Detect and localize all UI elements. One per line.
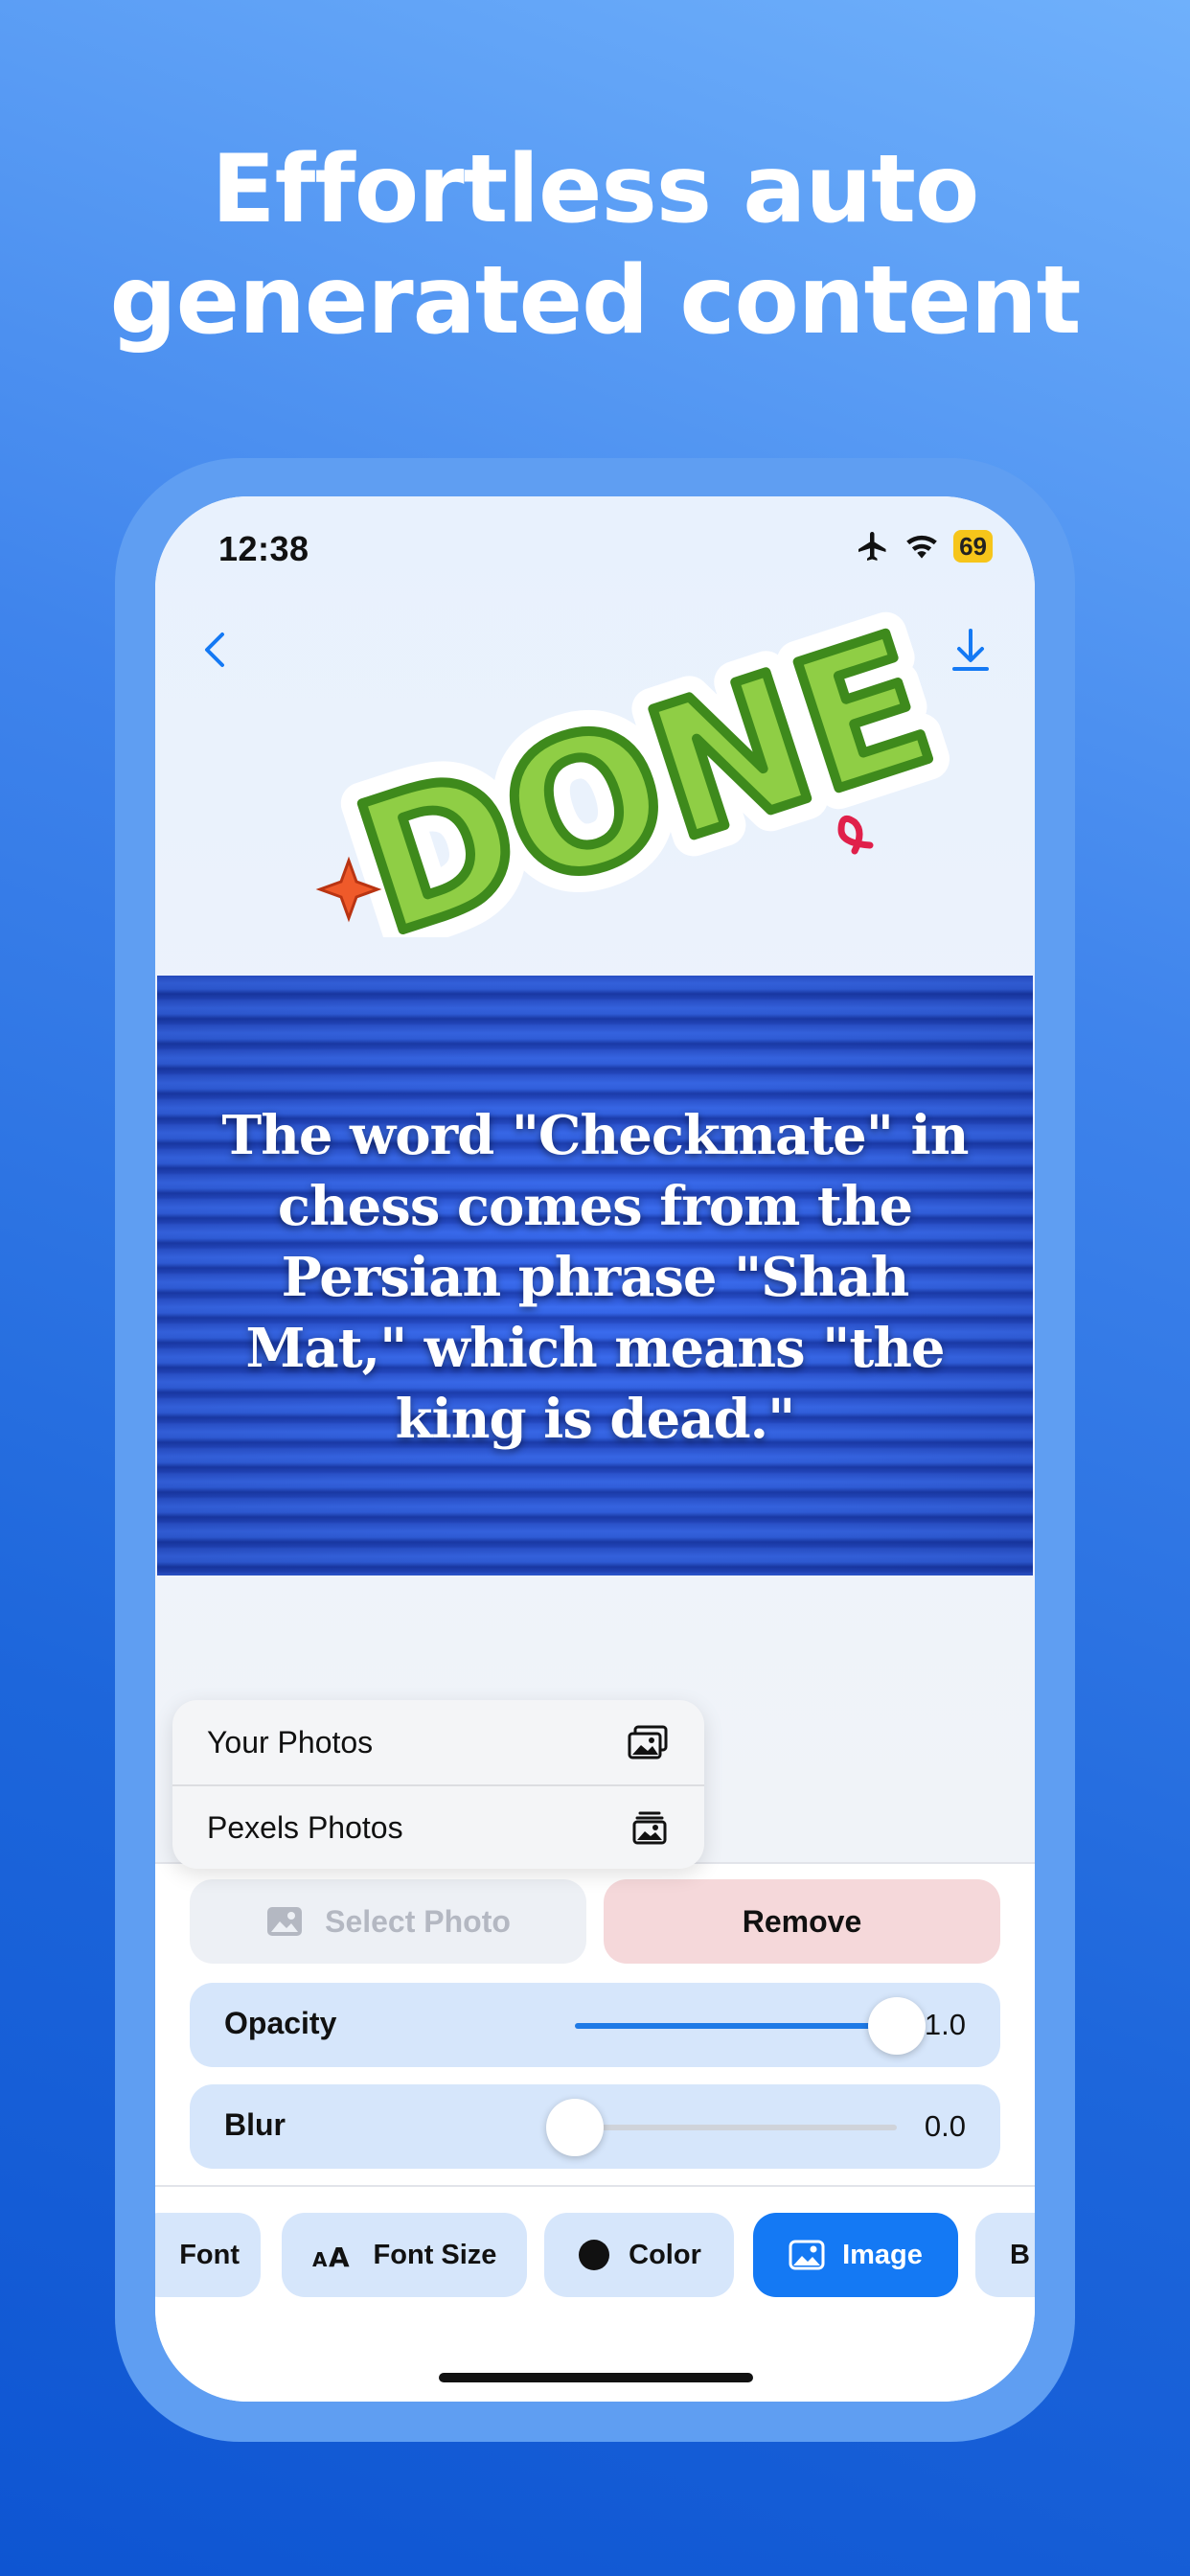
tab-label: B bbox=[1010, 2239, 1030, 2270]
quote-card[interactable]: The word "Checkmate" in chess comes from… bbox=[157, 976, 1033, 1576]
tab-font-size[interactable]: A A Font Size bbox=[282, 2213, 527, 2297]
menu-item-your-photos[interactable]: Your Photos bbox=[172, 1700, 704, 1784]
chevron-left-icon[interactable] bbox=[195, 621, 234, 678]
photo-source-menu: Your Photos Pexels Photos bbox=[172, 1700, 704, 1869]
blur-slider-row: Blur 0.0 bbox=[190, 2084, 1000, 2169]
wifi-icon bbox=[906, 535, 937, 559]
sticker-text: DONE bbox=[335, 594, 955, 937]
opacity-slider-track[interactable] bbox=[575, 2023, 897, 2029]
svg-text:A: A bbox=[329, 2242, 350, 2269]
photo-stack-icon bbox=[632, 1811, 667, 1845]
remove-label: Remove bbox=[742, 1903, 862, 1939]
blur-value: 0.0 bbox=[924, 2109, 966, 2143]
tab-color[interactable]: Color bbox=[544, 2213, 734, 2297]
opacity-slider-fill bbox=[575, 2023, 897, 2029]
select-photo-button[interactable]: Select Photo bbox=[190, 1879, 586, 1964]
opacity-value: 1.0 bbox=[924, 2008, 966, 2041]
tab-bold[interactable]: B bbox=[975, 2213, 1035, 2297]
opacity-slider-row: Opacity 1.0 bbox=[190, 1983, 1000, 2067]
home-indicator[interactable] bbox=[439, 2373, 753, 2382]
menu-item-pexels-photos[interactable]: Pexels Photos bbox=[172, 1784, 704, 1869]
svg-text:A: A bbox=[312, 2248, 328, 2269]
select-photo-label: Select Photo bbox=[325, 1903, 511, 1939]
opacity-label: Opacity bbox=[224, 2006, 337, 2040]
blur-slider-thumb[interactable] bbox=[546, 2099, 604, 2156]
menu-item-label: Pexels Photos bbox=[207, 1809, 403, 1845]
tab-label: Font bbox=[179, 2239, 240, 2270]
opacity-slider-thumb[interactable] bbox=[868, 1997, 926, 2055]
photos-icon bbox=[628, 1725, 668, 1760]
text-size-icon: A A bbox=[312, 2242, 350, 2269]
toolbar-divider bbox=[155, 2185, 1035, 2187]
image-icon bbox=[789, 2240, 825, 2270]
remove-button[interactable]: Remove bbox=[604, 1879, 1000, 1964]
tab-font[interactable]: Font bbox=[155, 2213, 261, 2297]
menu-item-label: Your Photos bbox=[207, 1724, 374, 1760]
tab-label: Image bbox=[842, 2239, 923, 2270]
blur-slider-track[interactable] bbox=[575, 2125, 897, 2130]
color-dot-icon bbox=[579, 2240, 610, 2270]
tab-label: Font Size bbox=[373, 2239, 497, 2270]
airplane-icon bbox=[858, 532, 886, 561]
tab-label: Color bbox=[629, 2239, 701, 2270]
done-sticker[interactable]: DONE DONE bbox=[299, 592, 970, 937]
headline-line-1: Effortless auto bbox=[211, 135, 980, 244]
image-icon bbox=[267, 1907, 303, 1936]
image-settings-panel: Select Photo Remove Opacity 1.0 Blur 0.0… bbox=[155, 1862, 1035, 2402]
headline-line-2: generated content bbox=[109, 246, 1081, 356]
status-bar: 12:38 69 bbox=[155, 496, 1035, 602]
promo-headline: Effortless auto generated content bbox=[0, 134, 1190, 356]
quote-text[interactable]: The word "Checkmate" in chess comes from… bbox=[195, 1100, 995, 1455]
status-time: 12:38 bbox=[218, 529, 309, 568]
blur-label: Blur bbox=[224, 2107, 286, 2142]
tab-image[interactable]: Image bbox=[753, 2213, 958, 2297]
phone-screen: 12:38 69 DONE DONE The word "Checkmate" … bbox=[155, 496, 1035, 2402]
battery-icon: 69 bbox=[953, 530, 993, 563]
